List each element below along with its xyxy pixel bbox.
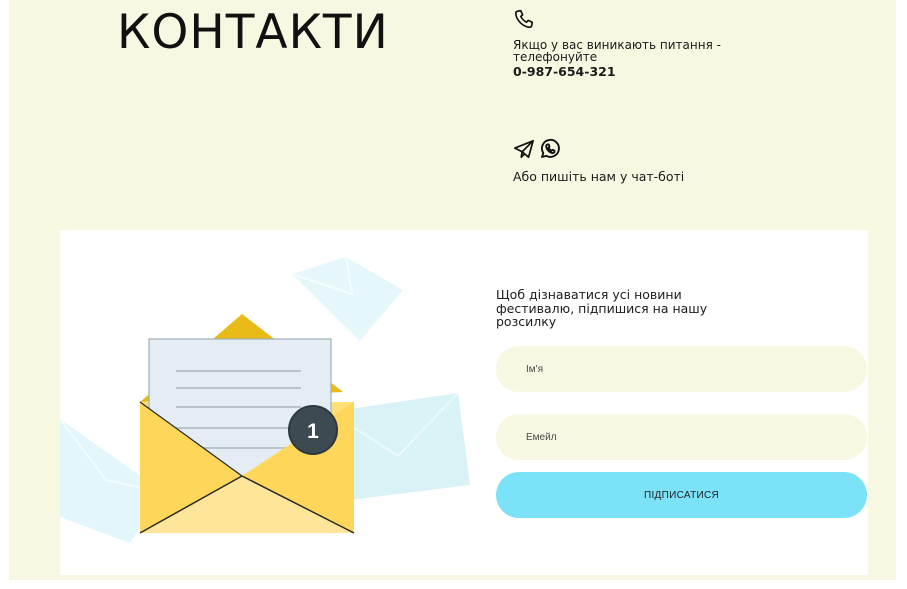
background-envelope-top — [291, 256, 403, 341]
phone-help-text-line2: телефонуйте — [513, 50, 598, 64]
phone-contact: Якщо у вас виникають питання - телефонуй… — [513, 8, 773, 79]
phone-icon[interactable] — [513, 8, 535, 35]
phone-number[interactable]: 0-987-654-321 — [513, 64, 773, 79]
email-input[interactable] — [496, 414, 867, 460]
chat-contact: Або пишіть нам у чат-боті — [513, 137, 773, 184]
envelope-illustration: 1 — [60, 256, 470, 543]
notification-badge: 1 — [288, 405, 338, 455]
newsletter-card: 1 Щоб дізнаватися усі новини фестивалю, … — [60, 230, 868, 575]
subscribe-button[interactable]: ПІДПИСАТИСЯ — [496, 472, 867, 518]
newsletter-text-line3: розсилку — [496, 314, 557, 329]
messenger-icons — [513, 137, 773, 166]
name-input[interactable] — [496, 346, 867, 392]
whatsapp-icon[interactable] — [538, 137, 562, 166]
notification-count: 1 — [307, 420, 319, 443]
page-title: КОНТАКТИ — [117, 5, 389, 60]
newsletter-text: Щоб дізнаватися усі новини фестивалю, пі… — [496, 288, 726, 329]
telegram-icon[interactable] — [513, 139, 535, 164]
chat-bot-text: Або пишіть нам у чат-боті — [513, 169, 685, 184]
